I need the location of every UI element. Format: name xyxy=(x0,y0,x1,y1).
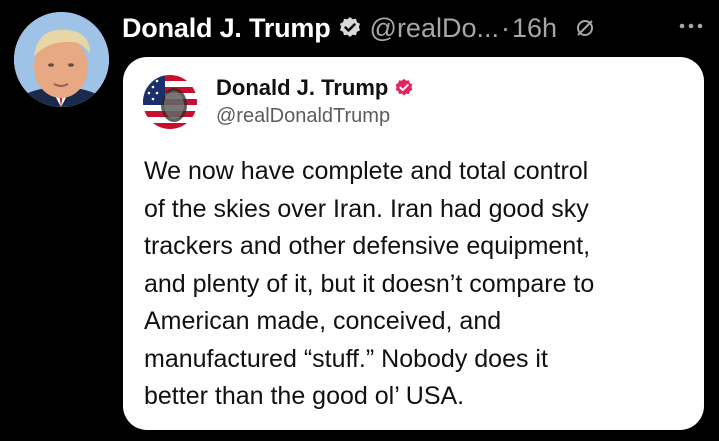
trump-avatar-icon xyxy=(14,12,109,107)
post-text-line: trackers and other defensive equipment, xyxy=(144,232,591,260)
card-author-row: Donald J. Trump xyxy=(216,75,414,101)
author-handle[interactable]: @realDo... xyxy=(370,13,499,44)
card-author-avatar[interactable] xyxy=(143,75,197,129)
verified-badge-icon xyxy=(338,16,362,40)
author-name[interactable]: Donald J. Trump xyxy=(122,13,331,44)
post-text-line: manufactured “stuff.” Nobody does it xyxy=(144,344,548,373)
embedded-post-card[interactable]: Donald J. Trump @realDonaldTrump We now … xyxy=(123,57,704,430)
post-text-line: better than the good ol’ USA. xyxy=(144,382,465,410)
post-text-line: We now have complete and total control xyxy=(144,157,589,185)
muted-circle-icon xyxy=(575,18,595,38)
post-text-line: of the skies over Iran. Iran had good sk… xyxy=(144,194,589,223)
post-text-line: and plenty of it, but it doesn’t compare… xyxy=(144,269,595,298)
card-author-handle[interactable]: @realDonaldTrump xyxy=(216,105,390,128)
card-author-name[interactable]: Donald J. Trump xyxy=(216,75,388,101)
post-text-line: American made, conceived, and xyxy=(144,307,502,335)
author-avatar[interactable] xyxy=(14,12,109,107)
post-header: Donald J. Trump @realDo... · 16h xyxy=(122,10,595,46)
more-options-icon[interactable] xyxy=(676,18,706,34)
flag-portrait-avatar-icon xyxy=(143,75,197,129)
card-post-text: We now have complete and total control o… xyxy=(144,153,692,416)
separator-dot: · xyxy=(500,12,510,43)
verified-badge-red-icon xyxy=(394,78,414,98)
post-time[interactable]: 16h xyxy=(512,13,557,44)
